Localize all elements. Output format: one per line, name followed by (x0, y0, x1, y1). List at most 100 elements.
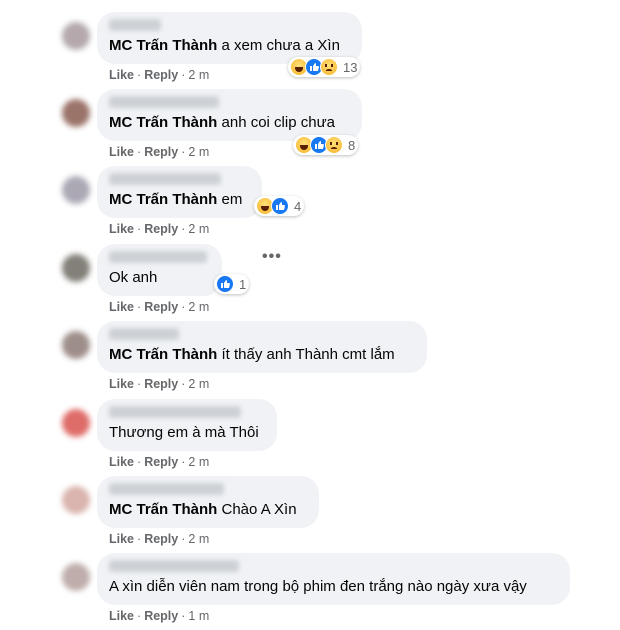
author-name-blurred[interactable] (109, 560, 239, 572)
comment-bubble: MC Trấn Thành ít thấy anh Thành cmt lắm (97, 321, 427, 373)
separator: · (137, 377, 142, 391)
comment-item: Thương em à mà Thôi Like · Reply · 2 m (0, 399, 620, 476)
reaction-count: 13 (343, 59, 358, 75)
comment-item: Ok anh 1 ••• Like · Reply · 2 m (0, 244, 620, 321)
comment-bubble: A xìn diễn viên nam trong bộ phim đen tr… (97, 553, 570, 605)
author-name-blurred[interactable] (109, 328, 179, 340)
comment-text: MC Trấn Thành em (109, 191, 243, 208)
reply-link[interactable]: Reply (144, 300, 178, 314)
reply-link[interactable]: Reply (144, 68, 178, 82)
separator: · (137, 532, 142, 546)
timestamp[interactable]: 2 m (188, 300, 209, 314)
like-link[interactable]: Like (109, 455, 134, 469)
comment-bubble: MC Trấn Thành anh coi clip chưa (97, 89, 362, 141)
comment-item: MC Trấn Thành anh coi clip chưa 8 Like · R… (0, 89, 620, 166)
mention-tag[interactable]: MC Trấn Thành (109, 346, 217, 363)
separator: · (181, 300, 186, 314)
separator: · (181, 68, 186, 82)
like-link[interactable]: Like (109, 145, 134, 159)
timestamp[interactable]: 2 m (188, 532, 209, 546)
avatar[interactable] (62, 22, 90, 50)
reply-link[interactable]: Reply (144, 609, 178, 623)
like-icon (216, 275, 234, 293)
like-link[interactable]: Like (109, 609, 134, 623)
avatar[interactable] (62, 486, 90, 514)
reply-link[interactable]: Reply (144, 455, 178, 469)
comment-bubble: Ok anh (97, 244, 222, 296)
separator: · (181, 609, 186, 623)
reply-link[interactable]: Reply (144, 377, 178, 391)
separator: · (137, 455, 142, 469)
timestamp[interactable]: 2 m (188, 68, 209, 82)
comment-actions: Like · Reply · 2 m (109, 68, 209, 82)
avatar[interactable] (62, 176, 90, 204)
author-name-blurred[interactable] (109, 96, 219, 108)
mention-tag[interactable]: MC Trấn Thành (109, 501, 217, 518)
comment-actions: Like · Reply · 2 m (109, 145, 209, 159)
comment-bubble: Thương em à mà Thôi (97, 399, 277, 451)
comment-item: MC Trấn Thành ít thấy anh Thành cmt lắm … (0, 321, 620, 398)
author-name-blurred[interactable] (109, 251, 207, 263)
reaction-summary[interactable]: 1 (214, 274, 250, 294)
mention-tag[interactable]: MC Trấn Thành (109, 191, 217, 208)
reply-link[interactable]: Reply (144, 145, 178, 159)
separator: · (137, 609, 142, 623)
author-name-blurred[interactable] (109, 406, 241, 418)
reaction-count: 1 (239, 276, 247, 292)
reply-link[interactable]: Reply (144, 532, 178, 546)
reaction-summary[interactable]: 4 (254, 196, 305, 216)
timestamp[interactable]: 2 m (188, 145, 209, 159)
avatar[interactable] (62, 99, 90, 127)
timestamp[interactable]: 2 m (188, 377, 209, 391)
like-icon (271, 197, 289, 215)
comment-text: MC Trấn Thành a xem chưa a Xìn (109, 37, 340, 54)
separator: · (181, 455, 186, 469)
comment-actions: Like · Reply · 1 m (109, 609, 209, 623)
author-name-blurred[interactable] (109, 173, 221, 185)
reply-link[interactable]: Reply (144, 222, 178, 236)
comment-text: MC Trấn Thành Chào A Xìn (109, 501, 297, 518)
separator: · (181, 222, 186, 236)
like-link[interactable]: Like (109, 68, 134, 82)
separator: · (137, 145, 142, 159)
separator: · (137, 68, 142, 82)
avatar[interactable] (62, 254, 90, 282)
separator: · (181, 377, 186, 391)
comment-actions: Like · Reply · 2 m (109, 455, 209, 469)
comment-text: Ok anh (109, 269, 158, 286)
mention-tag[interactable]: MC Trấn Thành (109, 37, 217, 54)
reaction-summary[interactable]: 13 (288, 57, 361, 77)
like-link[interactable]: Like (109, 532, 134, 546)
sad-icon (325, 136, 343, 154)
timestamp[interactable]: 1 m (188, 609, 209, 623)
separator: · (181, 532, 186, 546)
comment-actions: Like · Reply · 2 m (109, 300, 209, 314)
comment-bubble: MC Trấn Thành Chào A Xìn (97, 476, 319, 528)
avatar[interactable] (62, 331, 90, 359)
comment-bubble: MC Trấn Thành em (97, 166, 262, 218)
comment-actions: Like · Reply · 2 m (109, 377, 209, 391)
more-options-icon[interactable]: ••• (262, 248, 282, 266)
comment-item: MC Trấn Thành a xem chưa a Xìn 13 Like · R… (0, 12, 620, 89)
author-name-blurred[interactable] (109, 483, 224, 495)
like-link[interactable]: Like (109, 222, 134, 236)
comment-text: A xìn diễn viên nam trong bộ phim đen tr… (109, 578, 527, 595)
comment-text: MC Trấn Thành anh coi clip chưa (109, 114, 335, 131)
separator: · (137, 222, 142, 236)
timestamp[interactable]: 2 m (188, 222, 209, 236)
comment-item: MC Trấn Thành Chào A Xìn Like · Reply · 2 m (0, 476, 620, 553)
like-link[interactable]: Like (109, 377, 134, 391)
reaction-summary[interactable]: 8 (293, 135, 359, 155)
mention-tag[interactable]: MC Trấn Thành (109, 114, 217, 131)
author-name-blurred[interactable] (109, 19, 161, 31)
comment-actions: Like · Reply · 2 m (109, 532, 209, 546)
like-link[interactable]: Like (109, 300, 134, 314)
timestamp[interactable]: 2 m (188, 455, 209, 469)
avatar[interactable] (62, 409, 90, 437)
reaction-count: 8 (348, 137, 356, 153)
separator: · (181, 145, 186, 159)
avatar[interactable] (62, 563, 90, 591)
comment-actions: Like · Reply · 2 m (109, 222, 209, 236)
comment-item: A xìn diễn viên nam trong bộ phim đen tr… (0, 553, 620, 630)
sad-icon (320, 58, 338, 76)
